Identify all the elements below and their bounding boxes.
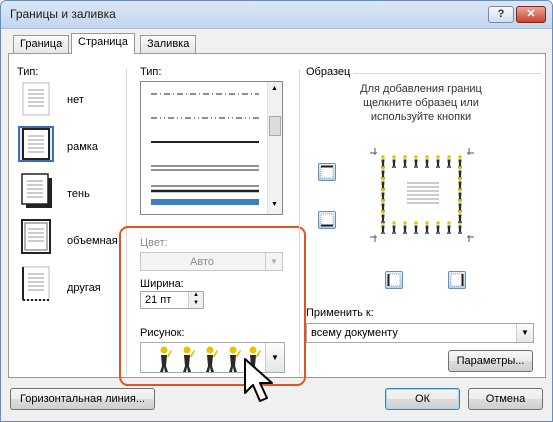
top-border-icon [320, 165, 334, 179]
preset-none-label: нет [67, 94, 84, 106]
width-label: Ширина: [140, 278, 184, 290]
left-border-icon [387, 273, 401, 287]
preview-figure [381, 155, 385, 168]
borders-and-shading-dialog: Границы и заливка ? ✕ Граница Страница З… [0, 0, 553, 422]
preview-figure [458, 177, 462, 190]
preview-figure [436, 155, 440, 168]
preset-box-icon [22, 128, 50, 160]
bottom-border-icon [320, 213, 334, 227]
preview-figure [381, 210, 385, 223]
preview-page-icon [370, 148, 474, 242]
apply-to-label: Применить к: [306, 307, 374, 319]
preset-shadow[interactable] [18, 173, 54, 209]
preset-shadow-icon [21, 173, 52, 208]
tab-page-border[interactable]: Страница [71, 33, 135, 54]
width-spinner[interactable]: 21 пт ▲ ▼ [140, 291, 204, 309]
preview-figure [392, 155, 396, 168]
apply-to-value: всему документу [311, 327, 398, 339]
preview-figure [447, 221, 451, 234]
bottom-border-button[interactable] [318, 211, 336, 229]
sample-label: Образец [306, 66, 351, 78]
spin-up-icon[interactable]: ▲ [188, 292, 203, 300]
preview-figure [447, 155, 451, 168]
preview-figure [436, 221, 440, 234]
apply-to-select[interactable]: всему документу ▼ [306, 323, 534, 343]
preset-custom[interactable] [18, 266, 54, 302]
preview-figure [392, 221, 396, 234]
spin-down-icon[interactable]: ▼ [188, 300, 203, 308]
title-bar: Границы и заливка ? ✕ [1, 1, 552, 29]
border-preview[interactable] [367, 145, 477, 245]
scroll-thumb[interactable] [269, 116, 281, 136]
preview-figure [458, 210, 462, 223]
preset-box-label: рамка [67, 141, 98, 153]
ok-button[interactable]: ОК [385, 388, 460, 410]
close-button[interactable]: ✕ [516, 6, 546, 23]
line-styles [151, 93, 259, 205]
preview-figure [414, 221, 418, 234]
preview-figure [414, 155, 418, 168]
preset-custom-label: другая [67, 282, 101, 294]
scroll-up-icon[interactable]: ▲ [271, 85, 278, 92]
tab-shading[interactable]: Заливка [140, 35, 197, 53]
preview-figure [458, 221, 462, 234]
preview-figure [458, 199, 462, 212]
preview-figure [381, 199, 385, 212]
sample-hint-1: Для добавления границ [360, 83, 482, 95]
right-border-icon [450, 273, 464, 287]
window-title: Границы и заливка [10, 7, 116, 21]
sample-hint-3: используйте кнопки [370, 111, 472, 123]
sample-hint-2: щелкните образец или [363, 97, 479, 109]
left-border-button[interactable] [385, 271, 403, 289]
preview-figure [381, 221, 385, 234]
color-value: Авто [190, 256, 214, 268]
art-label: Рисунок: [140, 327, 185, 339]
top-border-button[interactable] [318, 163, 336, 181]
chevron-down-icon[interactable]: ▼ [265, 253, 282, 270]
tab-border[interactable]: Граница [13, 35, 70, 53]
line-style-label: Тип: [140, 66, 162, 78]
line-style-scrollbar[interactable]: ▲ ▼ [267, 82, 282, 214]
horizontal-line-button[interactable]: Горизонтальная линия... [10, 388, 155, 410]
preview-figure [458, 166, 462, 179]
right-border-button[interactable] [448, 271, 466, 289]
color-label: Цвет: [140, 237, 168, 249]
mouse-cursor-icon [244, 358, 273, 402]
preset-none-icon [22, 82, 50, 116]
preview-figure [458, 188, 462, 201]
preset-shadow-label: тень [67, 188, 90, 200]
preset-3d-label: объемная [67, 235, 118, 247]
help-button[interactable]: ? [488, 6, 514, 23]
apply-chevron-down-icon[interactable]: ▼ [516, 324, 533, 342]
preview-figure [425, 155, 429, 168]
setting-type-label: Тип: [17, 66, 39, 78]
right-column-divider [299, 69, 300, 374]
preset-box[interactable] [18, 126, 54, 162]
line-style-list[interactable]: ▲ ▼ [140, 81, 283, 215]
width-value: 21 пт [145, 294, 172, 306]
preview-figure [403, 155, 407, 168]
options-button[interactable]: Параметры... [448, 350, 533, 372]
preview-figure [403, 221, 407, 234]
preview-figure [381, 188, 385, 201]
preset-3d-icon [21, 219, 51, 254]
sample-rule [353, 73, 541, 74]
preset-none[interactable] [18, 81, 54, 117]
preview-figure [458, 155, 462, 168]
color-select[interactable]: Авто ▼ [140, 252, 283, 271]
preview-figure [381, 177, 385, 190]
preview-figure [425, 221, 429, 234]
preset-3d[interactable] [18, 219, 54, 255]
scroll-down-icon[interactable]: ▼ [271, 201, 278, 208]
preview-figure [381, 166, 385, 179]
cancel-button[interactable]: Отмена [468, 388, 543, 410]
preset-custom-icon [22, 266, 50, 301]
